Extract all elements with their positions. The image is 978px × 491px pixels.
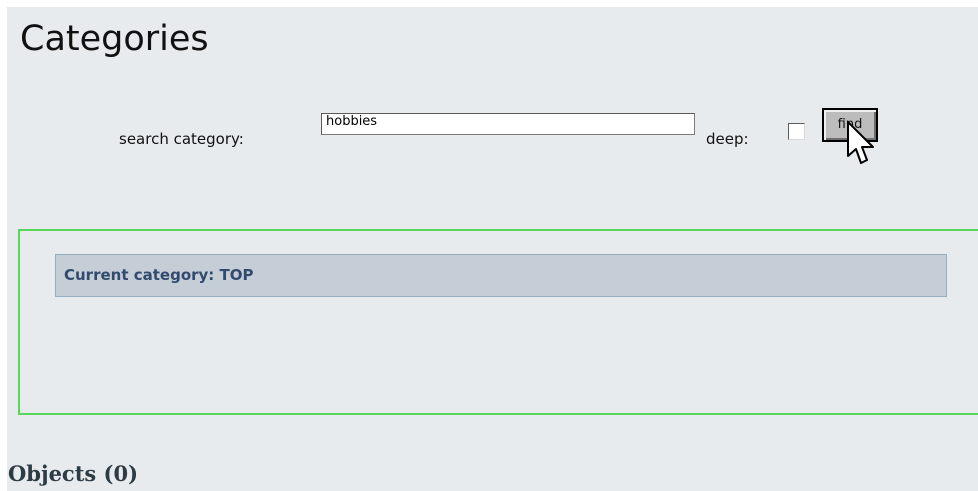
deep-checkbox[interactable]: [788, 123, 805, 140]
deep-label: deep:: [706, 130, 749, 148]
search-category-input[interactable]: hobbies: [321, 113, 695, 135]
page-title: Categories: [20, 19, 209, 59]
search-category-input-value: hobbies: [326, 114, 378, 129]
objects-heading: Objects (0): [8, 461, 139, 486]
find-button[interactable]: find: [822, 108, 878, 142]
current-category-bar: Current category: TOP: [55, 254, 947, 297]
categories-page: Categories search category: hobbies deep…: [7, 7, 978, 491]
category-panel: Current category: TOP: [18, 229, 978, 415]
search-category-label: search category:: [119, 130, 244, 148]
